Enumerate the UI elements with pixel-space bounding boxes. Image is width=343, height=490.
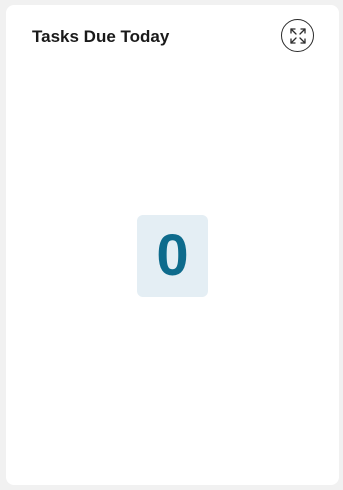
task-count-value: 0: [156, 223, 189, 288]
tasks-due-today-card: Tasks Due Today 0: [6, 5, 339, 485]
task-count-badge: 0: [137, 215, 208, 297]
card-title: Tasks Due Today: [32, 27, 170, 46]
expand-button[interactable]: [281, 19, 314, 52]
expand-arrows-icon: [289, 27, 306, 44]
